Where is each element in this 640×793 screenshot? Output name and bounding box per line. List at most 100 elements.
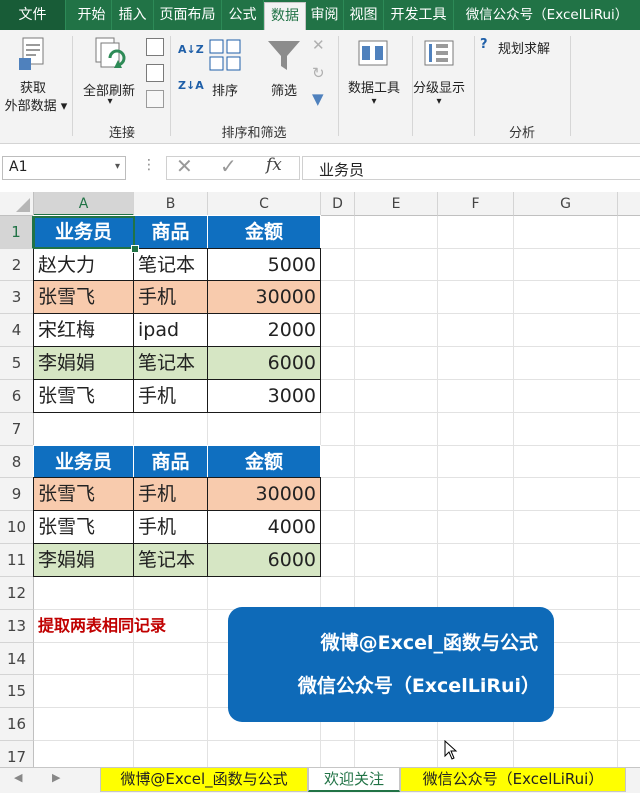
- table-cell[interactable]: 笔记本: [133, 248, 208, 281]
- table-cell[interactable]: 手机: [133, 510, 208, 544]
- tab-review[interactable]: 审阅: [306, 0, 344, 30]
- sort-ascending-icon[interactable]: A↓Z: [178, 44, 204, 55]
- outline-dropdown-icon[interactable]: ▾: [429, 96, 449, 107]
- table-cell[interactable]: 张雪飞: [33, 477, 134, 511]
- formula-input[interactable]: 业务员: [302, 156, 640, 180]
- filter-icon[interactable]: [266, 38, 302, 74]
- row-header[interactable]: 9: [0, 478, 34, 511]
- refresh-all-dropdown-icon[interactable]: ▾: [100, 96, 120, 107]
- row-header[interactable]: 8: [0, 446, 34, 478]
- tab-view[interactable]: 视图: [344, 0, 384, 30]
- row-header[interactable]: 1: [0, 216, 34, 249]
- column-header-g[interactable]: G: [514, 192, 618, 216]
- get-external-data-label-2[interactable]: 外部数据 ▾: [0, 95, 72, 114]
- column-header-d[interactable]: D: [321, 192, 355, 216]
- column-header-f[interactable]: F: [438, 192, 514, 216]
- get-external-data-label-1[interactable]: 获取: [8, 77, 58, 96]
- table-cell[interactable]: 张雪飞: [33, 280, 134, 314]
- data-tools-dropdown-icon[interactable]: ▾: [364, 96, 384, 107]
- row-header[interactable]: 11: [0, 544, 34, 577]
- outline-icon[interactable]: [424, 40, 454, 66]
- table-cell[interactable]: 张雪飞: [33, 510, 134, 544]
- properties-icon[interactable]: [146, 64, 164, 82]
- row-header[interactable]: 16: [0, 708, 34, 741]
- table-cell[interactable]: 6000: [207, 543, 321, 577]
- filter-label[interactable]: 筛选: [264, 80, 304, 99]
- table-header-cell[interactable]: 金额: [207, 445, 321, 478]
- select-all-corner[interactable]: [0, 192, 34, 216]
- row-header[interactable]: 13: [0, 610, 34, 643]
- solver-label[interactable]: 规划求解: [498, 38, 568, 57]
- outline-label[interactable]: 分级显示: [404, 77, 474, 96]
- get-external-data-icon[interactable]: [16, 36, 50, 74]
- sort-label[interactable]: 排序: [206, 80, 244, 99]
- table-cell[interactable]: 6000: [207, 346, 321, 380]
- tab-developer[interactable]: 开发工具: [384, 0, 454, 30]
- table-cell[interactable]: 李娟娟: [33, 346, 134, 380]
- table-cell[interactable]: 张雪飞: [33, 379, 134, 413]
- table-cell[interactable]: 笔记本: [133, 543, 208, 577]
- worksheet-grid[interactable]: A B C D E F G 1 2 3 4 5 6 7 8 9 10 11 12 13 14 15 16 17 …: [0, 192, 640, 774]
- tab-formulas[interactable]: 公式: [222, 0, 264, 30]
- table-cell[interactable]: ipad: [133, 313, 208, 347]
- clear-filter-icon[interactable]: ✕: [312, 36, 330, 54]
- tab-file[interactable]: 文件: [0, 0, 66, 30]
- column-header-b[interactable]: B: [134, 192, 208, 216]
- table-header-cell[interactable]: 业务员: [33, 445, 134, 478]
- name-box[interactable]: A1 ▾: [2, 156, 126, 180]
- advanced-filter-icon[interactable]: ▼: [312, 90, 330, 108]
- row-header[interactable]: 6: [0, 380, 34, 413]
- tab-insert[interactable]: 插入: [112, 0, 154, 30]
- table-header-cell[interactable]: 金额: [207, 215, 321, 249]
- edit-links-icon[interactable]: [146, 90, 164, 108]
- column-header-extra[interactable]: [618, 192, 640, 216]
- table-cell[interactable]: 李娟娟: [33, 543, 134, 577]
- sort-descending-icon[interactable]: Z↓A: [178, 80, 204, 91]
- sort-icon[interactable]: [208, 38, 242, 72]
- table-header-cell[interactable]: 业务员: [33, 215, 134, 249]
- enter-icon[interactable]: ✓: [220, 154, 237, 178]
- data-tools-label[interactable]: 数据工具: [338, 77, 410, 96]
- table-cell[interactable]: 30000: [207, 280, 321, 314]
- cancel-icon[interactable]: ✕: [176, 154, 193, 178]
- column-header-a[interactable]: A: [34, 192, 134, 216]
- table-header-cell[interactable]: 商品: [133, 215, 208, 249]
- row-header[interactable]: 12: [0, 577, 34, 610]
- connections-icon[interactable]: [146, 38, 164, 56]
- row-header[interactable]: 3: [0, 281, 34, 314]
- row-header[interactable]: 2: [0, 249, 34, 281]
- sheet-tab-weibo[interactable]: 微博@Excel_函数与公式: [100, 768, 308, 792]
- table-cell[interactable]: 5000: [207, 248, 321, 281]
- scroll-right-icon[interactable]: ▶: [52, 771, 60, 784]
- tab-wechat-account[interactable]: 微信公众号（ExcelLiRui）: [454, 0, 640, 30]
- fill-handle[interactable]: [131, 245, 139, 253]
- row-header[interactable]: 7: [0, 413, 34, 446]
- column-header-c[interactable]: C: [208, 192, 321, 216]
- row-header[interactable]: 15: [0, 675, 34, 708]
- table-cell[interactable]: 手机: [133, 379, 208, 413]
- row-header[interactable]: 14: [0, 643, 34, 675]
- table-cell[interactable]: 2000: [207, 313, 321, 347]
- table-cell[interactable]: 赵大力: [33, 248, 134, 281]
- tab-data[interactable]: 数据: [264, 2, 306, 30]
- table-cell[interactable]: 3000: [207, 379, 321, 413]
- sheet-tab-welcome[interactable]: 欢迎关注: [308, 768, 400, 792]
- table-cell[interactable]: 宋红梅: [33, 313, 134, 347]
- insert-function-icon[interactable]: fx: [266, 155, 282, 175]
- row-header[interactable]: 10: [0, 511, 34, 544]
- table-cell[interactable]: 手机: [133, 280, 208, 314]
- table-cell[interactable]: 4000: [207, 510, 321, 544]
- sheet-tab-wechat[interactable]: 微信公众号（ExcelLiRui）: [400, 768, 626, 792]
- tab-page-layout[interactable]: 页面布局: [154, 0, 222, 30]
- scroll-left-icon[interactable]: ◀: [14, 771, 22, 784]
- row-header[interactable]: 4: [0, 314, 34, 347]
- row-header[interactable]: 5: [0, 347, 34, 380]
- name-box-dropdown-icon[interactable]: ▾: [115, 161, 120, 172]
- solver-icon[interactable]: ?: [480, 37, 496, 53]
- more-options-icon[interactable]: ⋮: [142, 157, 156, 173]
- table-header-cell[interactable]: 商品: [133, 445, 208, 478]
- reapply-icon[interactable]: ↻: [312, 64, 330, 82]
- column-header-e[interactable]: E: [355, 192, 438, 216]
- data-tools-icon[interactable]: [358, 40, 388, 66]
- tab-home[interactable]: 开始: [72, 0, 112, 30]
